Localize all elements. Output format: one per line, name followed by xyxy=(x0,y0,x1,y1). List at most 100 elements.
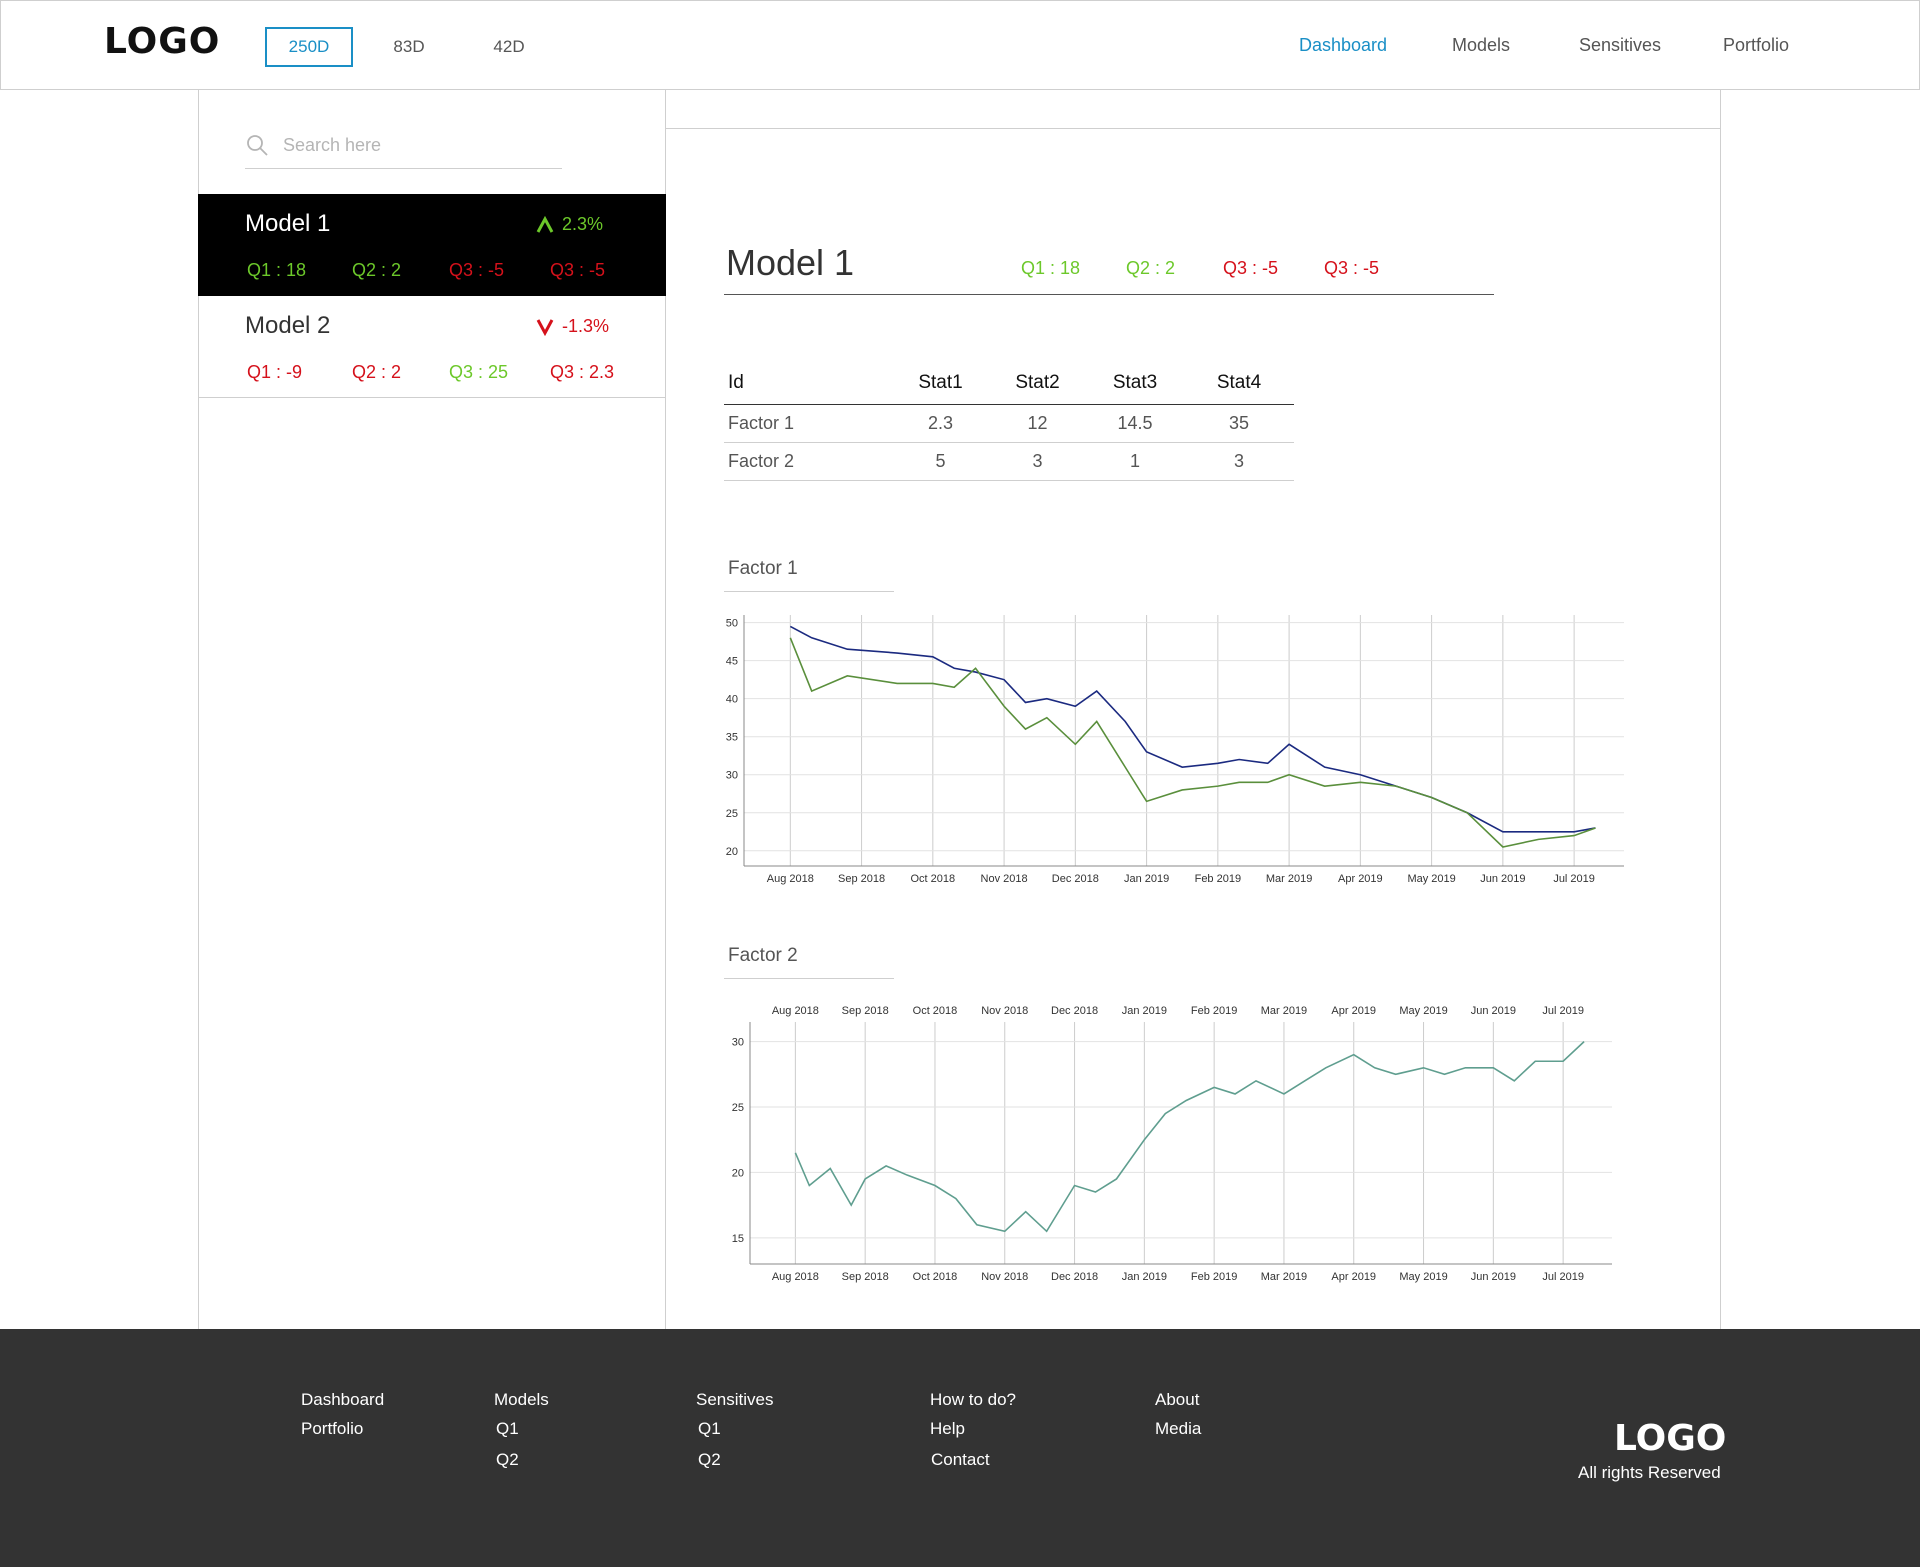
footer-link-dashboard[interactable]: Dashboard xyxy=(301,1390,384,1410)
footer-link-media[interactable]: Media xyxy=(1155,1419,1201,1439)
model-change-value: -1.3% xyxy=(562,316,610,336)
x-tick-label: Jan 2019 xyxy=(1124,873,1169,885)
nav-portfolio[interactable]: Portfolio xyxy=(1723,35,1789,56)
y-tick-label: 35 xyxy=(726,732,738,744)
footer-link-about[interactable]: About xyxy=(1155,1390,1199,1410)
table-header: Stat1 xyxy=(892,362,989,405)
model-card-2[interactable]: Model 2 -1.3% Q1 : -9 Q2 : 2 Q3 : 25 Q3 … xyxy=(198,296,666,398)
factor1-chart: Aug 2018 Sep 2018 Oct 2018 Nov 2018 Dec 2018… xyxy=(726,615,1624,885)
x-tick-label: Sep 2018 xyxy=(838,873,885,885)
header-logo[interactable]: LOGO xyxy=(104,21,220,62)
nav-models[interactable]: Models xyxy=(1452,35,1510,56)
series-line-2 xyxy=(789,637,1596,848)
y-tick-label: 30 xyxy=(732,1037,744,1049)
x-tick-label-top: Feb 2019 xyxy=(1191,1005,1237,1017)
y-tick-label: 45 xyxy=(726,656,738,668)
x-tick-label: Jan 2019 xyxy=(1122,1271,1167,1283)
factor2-title: Factor 2 xyxy=(728,945,798,966)
range-83d-button[interactable]: 83D xyxy=(376,27,442,67)
footer-rights: All rights Reserved xyxy=(1578,1463,1721,1482)
table-row: Factor 1 2.3 12 14.5 35 xyxy=(724,404,1294,443)
x-tick-label: Oct 2018 xyxy=(911,873,956,885)
x-tick-label: Feb 2019 xyxy=(1191,1271,1237,1283)
y-tick-label: 20 xyxy=(726,846,738,858)
y-tick-label: 50 xyxy=(726,618,738,630)
x-tick-label: Jul 2019 xyxy=(1542,1271,1584,1283)
footer-link-models-q1[interactable]: Q1 xyxy=(496,1419,519,1439)
page-title: Model 1 xyxy=(726,242,855,283)
nav-sensitives[interactable]: Sensitives xyxy=(1579,35,1661,56)
footer-link-help[interactable]: Help xyxy=(930,1419,965,1439)
table-cell: 3 xyxy=(1184,442,1294,481)
table-header: Id xyxy=(724,362,892,405)
footer-link-sensitives[interactable]: Sensitives xyxy=(696,1390,773,1410)
table-header-row: Id Stat1 Stat2 Stat3 Stat4 xyxy=(724,362,1294,405)
x-tick-label-top: Jul 2019 xyxy=(1542,1005,1584,1017)
x-tick-label-top: Jun 2019 xyxy=(1471,1005,1516,1017)
model-quarter: Q3 : -5 xyxy=(550,260,606,280)
y-tick-label: 30 xyxy=(726,770,738,782)
x-tick-label-top: Oct 2018 xyxy=(913,1005,958,1017)
search-input[interactable] xyxy=(283,129,553,161)
x-tick-label: Jun 2019 xyxy=(1471,1271,1516,1283)
footer-link-sensitives-q1[interactable]: Q1 xyxy=(698,1419,721,1439)
range-42d-button[interactable]: 42D xyxy=(476,27,542,67)
model-quarter: Q1 : 18 xyxy=(247,260,307,280)
series-line-1 xyxy=(794,1041,1585,1233)
model-name: Model 2 xyxy=(245,312,331,339)
x-tick-label: Dec 2018 xyxy=(1052,873,1099,885)
stats-table: Id Stat1 Stat2 Stat3 Stat4 Factor 1 2.3 … xyxy=(724,362,1294,481)
search-box xyxy=(245,127,562,169)
footer-link-how-to[interactable]: How to do? xyxy=(930,1390,1016,1410)
model-change: -1.3% xyxy=(536,316,609,337)
x-tick-label: Apr 2019 xyxy=(1338,873,1383,885)
title-quarter: Q2 : 2 xyxy=(1126,258,1176,278)
series-line-1 xyxy=(789,625,1596,833)
y-tick-label: 15 xyxy=(732,1233,744,1245)
table-header: Stat3 xyxy=(1086,362,1184,405)
table-header: Stat2 xyxy=(989,362,1086,405)
range-250d-button[interactable]: 250D xyxy=(265,27,353,67)
table-cell: 5 xyxy=(892,442,989,481)
title-quarter: Q3 : -5 xyxy=(1223,258,1279,278)
table-cell: Factor 2 xyxy=(724,442,892,481)
model-quarter: Q3 : -5 xyxy=(449,260,505,280)
y-tick-label: 25 xyxy=(726,808,738,820)
content-top-divider xyxy=(666,128,1721,129)
search-icon xyxy=(247,135,268,156)
x-tick-label: May 2019 xyxy=(1407,873,1455,885)
x-tick-label-top: Mar 2019 xyxy=(1261,1005,1307,1017)
table-cell: Factor 1 xyxy=(724,404,892,443)
factor1-divider xyxy=(724,591,894,592)
model-quarter: Q2 : 2 xyxy=(352,260,402,280)
footer-link-contact[interactable]: Contact xyxy=(931,1450,990,1470)
x-tick-label: Dec 2018 xyxy=(1051,1271,1098,1283)
footer-logo[interactable]: LOGO xyxy=(1614,1418,1726,1459)
model-name: Model 1 xyxy=(245,210,331,237)
model-quarter: Q3 : 2.3 xyxy=(550,362,615,382)
table-cell: 2.3 xyxy=(892,404,989,443)
x-tick-label: Sep 2018 xyxy=(842,1271,889,1283)
title-quarter: Q1 : 18 xyxy=(1021,258,1081,278)
top-header: LOGO 250D 83D 42D Dashboard Models Sensi… xyxy=(0,0,1920,90)
x-tick-label: Feb 2019 xyxy=(1195,873,1241,885)
x-tick-label: Oct 2018 xyxy=(913,1271,958,1283)
nav-dashboard[interactable]: Dashboard xyxy=(1299,35,1387,56)
factor2-chart: Aug 2018 Aug 2018 Sep 2018 Sep 2018 Oct 2018… xyxy=(732,1005,1612,1283)
footer-link-portfolio[interactable]: Portfolio xyxy=(301,1419,363,1439)
factor2-divider xyxy=(724,978,894,979)
x-tick-label-top: May 2019 xyxy=(1399,1005,1447,1017)
model-card-1[interactable]: Model 1 2.3% Q1 : 18 Q2 : 2 Q3 : -5 Q3 :… xyxy=(198,194,666,296)
footer-link-models[interactable]: Models xyxy=(494,1390,549,1410)
table-cell: 1 xyxy=(1086,442,1184,481)
model-quarter: Q3 : 25 xyxy=(449,362,509,382)
x-tick-label-top: Aug 2018 xyxy=(772,1005,819,1017)
arrow-up-icon xyxy=(536,215,554,233)
model-change-value: 2.3% xyxy=(562,214,604,234)
y-tick-label: 25 xyxy=(732,1102,744,1114)
table-cell: 12 xyxy=(989,404,1086,443)
title-divider xyxy=(724,294,1494,295)
footer-link-sensitives-q2[interactable]: Q2 xyxy=(698,1450,721,1470)
footer-link-models-q2[interactable]: Q2 xyxy=(496,1450,519,1470)
arrow-down-icon xyxy=(536,318,554,336)
